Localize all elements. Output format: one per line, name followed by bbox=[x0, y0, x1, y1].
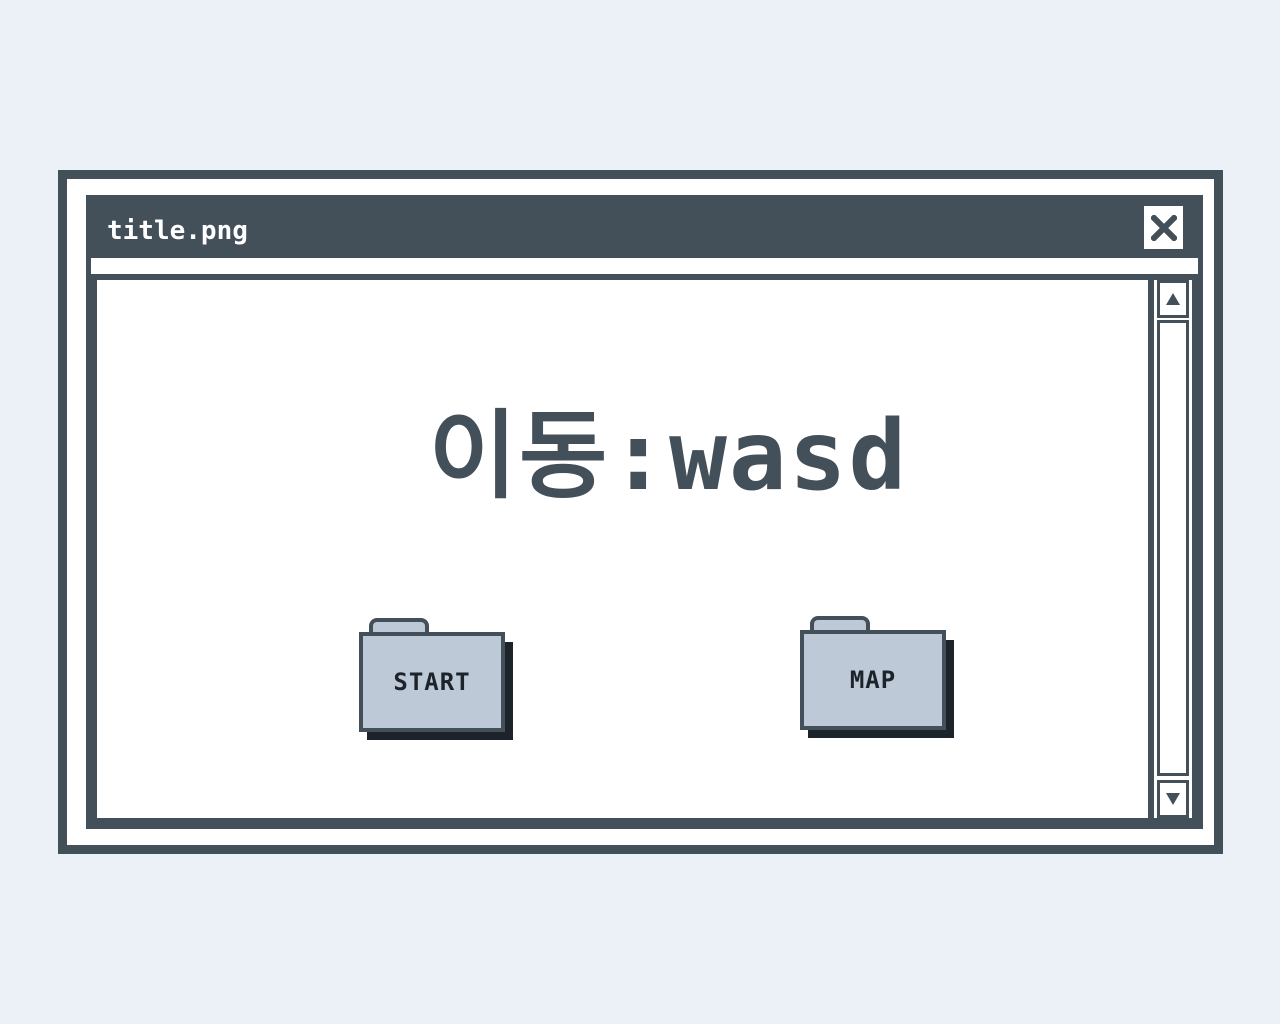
window-inner: title.png 이동:wasd START MAP bbox=[86, 195, 1203, 829]
folder-body: START bbox=[359, 632, 505, 732]
content-area: 이동:wasd START MAP bbox=[97, 280, 1160, 818]
start-folder-button[interactable]: START bbox=[359, 618, 515, 744]
close-button[interactable] bbox=[1141, 203, 1186, 252]
arrow-down-icon bbox=[1166, 793, 1180, 805]
title-bar[interactable]: title.png bbox=[91, 200, 1198, 258]
scroll-up-button[interactable] bbox=[1157, 280, 1189, 318]
window-title: title.png bbox=[107, 216, 248, 246]
content-panel: 이동:wasd START MAP bbox=[91, 274, 1198, 824]
start-label: START bbox=[393, 668, 471, 696]
arrow-up-icon bbox=[1166, 293, 1180, 305]
map-folder-button[interactable]: MAP bbox=[800, 616, 956, 742]
map-label: MAP bbox=[849, 666, 897, 694]
scroll-down-button[interactable] bbox=[1157, 780, 1189, 818]
vertical-scrollbar[interactable] bbox=[1148, 280, 1192, 818]
scroll-track[interactable] bbox=[1157, 320, 1189, 776]
app-window: title.png 이동:wasd START MAP bbox=[58, 170, 1223, 854]
controls-heading: 이동:wasd bbox=[428, 400, 909, 512]
folder-body: MAP bbox=[800, 630, 946, 730]
close-icon bbox=[1150, 214, 1177, 241]
